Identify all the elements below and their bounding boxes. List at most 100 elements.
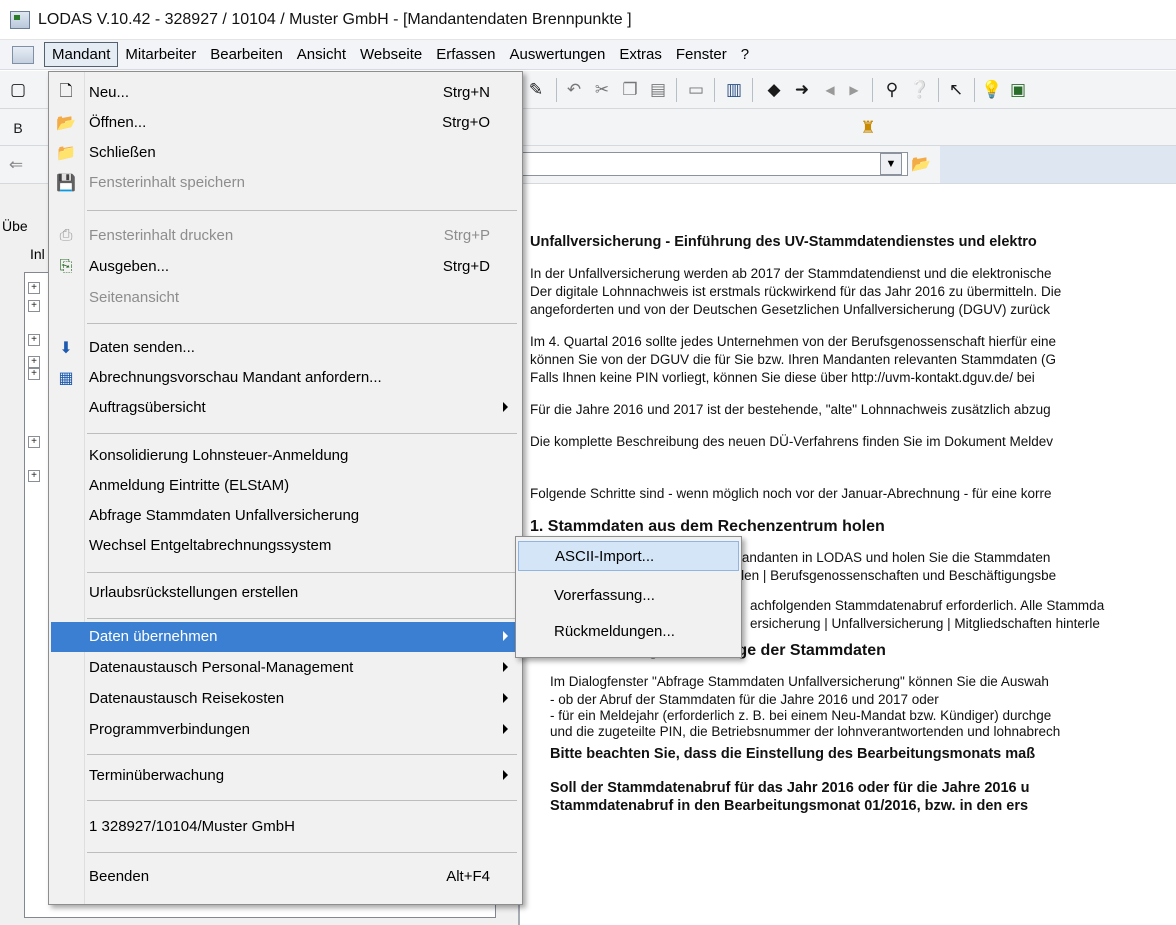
document-window-icon[interactable] <box>12 45 34 64</box>
menu-item-neu[interactable]: 🗋 Neu... Strg+N <box>51 78 520 108</box>
expand-icon[interactable]: + <box>28 470 40 482</box>
expand-icon[interactable]: + <box>28 334 40 346</box>
list-view-icon[interactable]: ▥ <box>722 79 746 101</box>
doc-text: angeforderten und von der Deutschen Gese… <box>530 302 1051 317</box>
daten-uebernehmen-submenu: ASCII-Import... Vorerfassung... Rückmeld… <box>515 536 742 658</box>
lightbulb-icon[interactable]: 💡 <box>980 79 1004 101</box>
submenu-item-ascii-import[interactable]: ASCII-Import... <box>518 541 739 571</box>
menu-item-urlaubsrueckstellungen[interactable]: Urlaubsrückstellungen erstellen <box>51 578 520 608</box>
menu-fenster[interactable]: Fenster <box>669 43 734 66</box>
menu-separator <box>87 618 517 619</box>
menu-separator <box>87 800 517 801</box>
next-icon[interactable]: ▶ <box>842 79 866 101</box>
app-icon <box>10 10 30 29</box>
menu-item-schliessen[interactable]: 📁 Schließen <box>51 138 520 168</box>
info-icon[interactable]: ▣ <box>1006 79 1030 101</box>
menu-item-fensterinhalt-drucken[interactable]: ⎙ Fensterinhalt drucken Strg+P <box>51 221 520 251</box>
doc-text: und die zugeteilte PIN, die Betriebsnumm… <box>550 724 1061 739</box>
forward-arrow-icon[interactable]: ➜ <box>790 79 814 101</box>
mandant-dropdown-menu: 🗋 Neu... Strg+N 📂 Öffnen... Strg+O 📁 Sch… <box>48 71 523 905</box>
menu-mitarbeiter[interactable]: Mitarbeiter <box>118 43 203 66</box>
menu-item-daten-senden[interactable]: ⬇ Daten senden... <box>51 333 520 363</box>
menu-separator <box>87 433 517 434</box>
menu-item-seitenansicht[interactable]: Seitenansicht <box>51 283 520 313</box>
menu-item-wechsel-entgeltabrechnung[interactable]: Wechsel Entgeltabrechnungssystem <box>51 531 520 561</box>
context-help-icon[interactable]: ↖ <box>944 79 968 101</box>
menu-item-datenaustausch-reisekosten[interactable]: Datenaustausch Reisekosten <box>51 684 520 714</box>
menu-webseite[interactable]: Webseite <box>353 43 429 66</box>
doc-text: Im 4. Quartal 2016 sollte jedes Unterneh… <box>530 334 1057 349</box>
menu-item-terminueberwachung[interactable]: Terminüberwachung <box>51 761 520 791</box>
window-icon[interactable]: ▭ <box>684 79 708 101</box>
submenu-item-vorerfassung[interactable]: Vorerfassung... <box>518 581 739 611</box>
menu-item-beenden[interactable]: Beenden Alt+F4 <box>51 862 520 892</box>
menu-item-abfrage-stammdaten[interactable]: Abfrage Stammdaten Unfallversicherung <box>51 501 520 531</box>
doc-text: Folgende Schritte sind - wenn möglich no… <box>530 486 1052 501</box>
undo-icon[interactable]: ↶ <box>562 79 586 101</box>
menu-item-auftragsuebersicht[interactable]: Auftragsübersicht <box>51 393 520 423</box>
chevron-down-icon[interactable]: ▼ <box>880 153 902 175</box>
menu-auswertungen[interactable]: Auswertungen <box>502 43 612 66</box>
open-folder-icon[interactable]: 📂 <box>910 154 932 174</box>
menu-bearbeiten[interactable]: Bearbeiten <box>203 43 290 66</box>
menu-item-fensterinhalt-speichern[interactable]: 💾 Fensterinhalt speichern <box>51 168 520 198</box>
menu-erfassen[interactable]: Erfassen <box>429 43 502 66</box>
submenu-arrow-icon <box>503 662 508 672</box>
menu-item-oeffnen[interactable]: 📂 Öffnen... Strg+O <box>51 108 520 138</box>
menu-item-programmverbindungen[interactable]: Programmverbindungen <box>51 715 520 745</box>
menu-help[interactable]: ? <box>734 43 756 66</box>
previous-icon[interactable]: ◀ <box>818 79 842 101</box>
save-disk-icon: 💾 <box>56 175 76 192</box>
doc-note: Bitte beachten Sie, dass die Einstellung… <box>550 746 1036 762</box>
menu-item-ausgeben[interactable]: ⎘ Ausgeben... Strg+D <box>51 252 520 282</box>
expand-icon[interactable]: + <box>28 300 40 312</box>
title-bar: LODAS V.10.42 - 328927 / 10104 / Muster … <box>0 0 1176 40</box>
open-folder-icon: 📂 <box>56 115 76 132</box>
expand-icon[interactable]: + <box>28 436 40 448</box>
menu-mandant[interactable]: Mandant <box>44 42 119 67</box>
assistant-icon[interactable]: ♜ <box>856 117 880 139</box>
back-arrow-icon[interactable]: ◆ <box>762 79 786 101</box>
expand-icon[interactable]: + <box>28 282 40 294</box>
expand-icon[interactable]: + <box>28 368 40 380</box>
binoculars-icon[interactable]: ⚲ <box>880 79 904 101</box>
menu-item-konsolidierung[interactable]: Konsolidierung Lohnsteuer-Anmeldung <box>51 441 520 471</box>
menu-separator <box>87 852 517 853</box>
submenu-arrow-icon <box>503 770 508 780</box>
menu-ansicht[interactable]: Ansicht <box>290 43 353 66</box>
menu-separator <box>87 572 517 573</box>
new-document-icon: 🗋 <box>59 82 73 100</box>
doc-text: In der Unfallversicherung werden ab 2017… <box>530 266 1052 281</box>
menu-separator <box>87 323 517 324</box>
menu-extras[interactable]: Extras <box>612 43 669 66</box>
menu-item-recent-mandant[interactable]: 1 328927/10104/Muster GmbH <box>51 812 520 842</box>
window-title: LODAS V.10.42 - 328927 / 10104 / Muster … <box>38 10 632 28</box>
doc-text: ersicherung | Unfallversicherung | Mitgl… <box>750 616 1100 631</box>
preview-request-icon: ▦ <box>58 370 74 387</box>
menu-item-daten-uebernehmen[interactable]: Daten übernehmen <box>51 622 520 652</box>
nav-back-icon[interactable]: ⇐ <box>4 154 28 176</box>
doc-text: Die komplette Beschreibung des neuen DÜ-… <box>530 434 1054 449</box>
submenu-arrow-icon <box>503 402 508 412</box>
paste-icon[interactable]: ▤ <box>646 79 670 101</box>
copy-icon[interactable]: ❐ <box>618 79 642 101</box>
submenu-arrow-icon <box>503 724 508 734</box>
doc-text: - ob der Abruf der Stammdaten für die Ja… <box>550 692 939 707</box>
cut-icon[interactable]: ✂ <box>590 79 614 101</box>
help-book-icon[interactable]: ❔ <box>908 79 932 101</box>
doc-text: können Sie von der DGUV die für Sie bzw.… <box>530 352 1057 367</box>
expand-icon[interactable]: + <box>28 356 40 368</box>
panel-tab[interactable]: Inl <box>30 246 45 262</box>
menu-item-datenaustausch-personal[interactable]: Datenaustausch Personal-Management <box>51 653 520 683</box>
menu-bar: Mandant Mitarbeiter Bearbeiten Ansicht W… <box>0 40 1176 70</box>
doc-text: achfolgenden Stammdatenabruf erforderlic… <box>750 598 1105 613</box>
panel-header: Übe <box>2 218 28 234</box>
address-combobox[interactable] <box>520 152 908 176</box>
menu-item-abrechnungsvorschau[interactable]: ▦ Abrechnungsvorschau Mandant anfordern.… <box>51 363 520 393</box>
doc-text: Im Dialogfenster "Abfrage Stammdaten Unf… <box>550 674 1049 689</box>
submenu-item-rueckmeldungen[interactable]: Rückmeldungen... <box>518 617 739 647</box>
toolbar-b-icon[interactable]: B <box>6 117 30 139</box>
menu-item-anmeldung-eintritte[interactable]: Anmeldung Eintritte (ELStAM) <box>51 471 520 501</box>
toolbar-new-icon[interactable]: ▢ <box>6 79 30 101</box>
edit-tool-icon[interactable]: ✎ <box>524 79 548 101</box>
